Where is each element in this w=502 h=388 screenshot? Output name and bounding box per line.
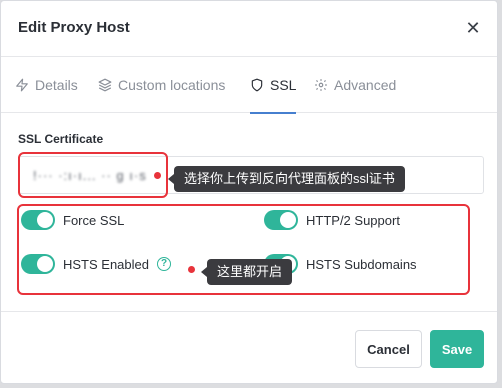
options-highlight-dot [188,266,195,273]
tab-ssl[interactable]: SSL [250,57,297,114]
tab-advanced-label: Advanced [334,77,397,93]
save-button[interactable]: Save [430,330,484,368]
close-icon[interactable]: ✕ [463,18,483,38]
layers-icon [98,78,112,92]
certificate-highlight-dot [154,172,161,179]
gear-icon [315,79,327,91]
options-annotation-tooltip: 这里都开启 [200,259,293,285]
tab-bar: Details Custom locations SSL Advanced [1,57,497,114]
tab-details[interactable]: Details [15,57,78,113]
zap-icon [16,78,28,92]
modal-footer: Cancel Save [1,311,497,383]
certificate-highlight-box [18,152,168,198]
shield-icon [251,78,263,92]
tab-custom-locations[interactable]: Custom locations [98,57,225,113]
modal-header: Edit Proxy Host ✕ [1,1,497,57]
cancel-button[interactable]: Cancel [355,330,422,368]
ssl-certificate-label: SSL Certificate [18,132,104,146]
tab-details-label: Details [35,77,78,93]
tab-advanced[interactable]: Advanced [314,57,396,113]
edit-proxy-host-modal: Edit Proxy Host ✕ Details Custom locatio… [0,0,498,384]
tab-custom-locations-label: Custom locations [118,77,226,93]
tab-ssl-label: SSL [270,77,297,93]
certificate-annotation-tooltip: 选择你上传到反向代理面板的ssl证书 [168,166,405,192]
modal-title: Edit Proxy Host [18,19,130,36]
